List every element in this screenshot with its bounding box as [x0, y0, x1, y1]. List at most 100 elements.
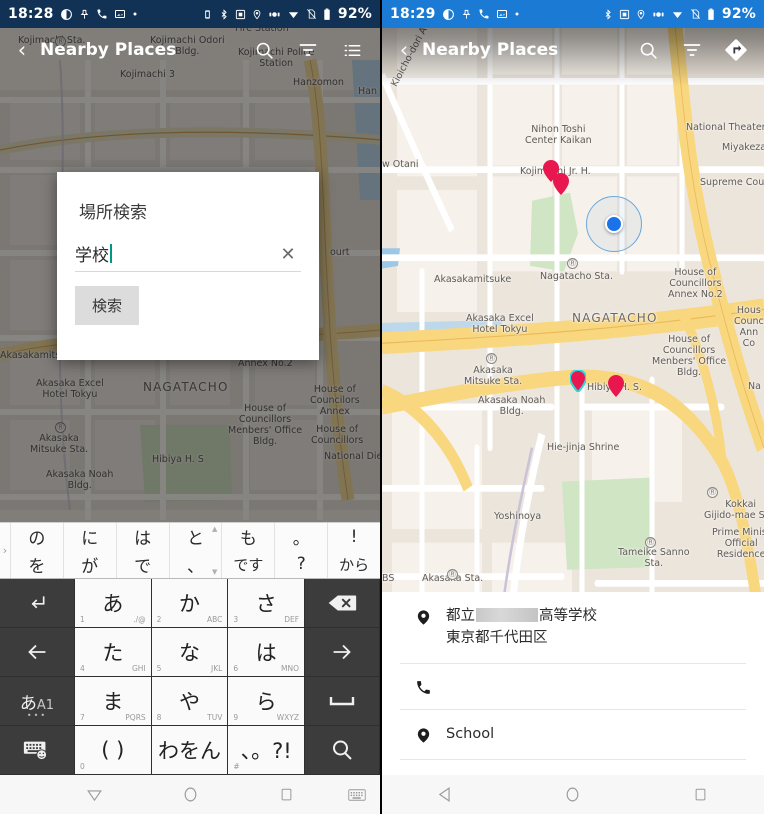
status-bar-left: 18:28 92% [0, 0, 380, 28]
suggestion-item[interactable]: で [117, 551, 169, 579]
backspace-key[interactable] [305, 579, 380, 628]
key-ha[interactable]: は 6 MNO [228, 628, 306, 677]
search-icon[interactable] [626, 28, 670, 72]
space-key[interactable] [305, 677, 380, 726]
map-pin-hibiya-selected[interactable] [570, 370, 586, 392]
system-nav-bar-right[interactable] [382, 775, 764, 814]
key-punct[interactable]: 、。?! # [228, 726, 306, 775]
dialog-title: 場所検索 [79, 203, 147, 223]
place-address-row[interactable]: 都立 高等学校 東京都千代田区 [400, 592, 746, 664]
suggestion-col[interactable]: ▲ と 、 ▼ [168, 523, 222, 578]
map-pin-kojimachi-2[interactable] [553, 173, 569, 195]
suggestion-item[interactable]: も [222, 523, 274, 551]
navigation-diamond-icon[interactable] [714, 28, 758, 72]
suggestion-item[interactable]: は [117, 523, 169, 551]
system-nav-bar-left[interactable] [0, 775, 380, 814]
key-wawon[interactable]: わをん [151, 726, 229, 775]
nav-back-button[interactable] [46, 786, 142, 803]
filter-icon[interactable] [670, 28, 714, 72]
software-keyboard[interactable]: › の を に が は で ▲ と 、 ▼ も です 。 ? ! から あ 1 … [0, 522, 380, 775]
nav-recents-button[interactable] [238, 787, 334, 802]
key-label: さ [255, 592, 277, 616]
suggestion-col[interactable]: 。 ? [274, 523, 327, 578]
station-icon: Ⓡ [645, 537, 656, 548]
chevron-down-icon[interactable]: ▼ [212, 568, 217, 576]
key-label: あ [102, 592, 124, 616]
nav-keyboard-switch-button[interactable] [334, 788, 380, 802]
key-number: # [233, 762, 240, 771]
clock-icon [60, 8, 73, 21]
cursor-left-key[interactable] [0, 628, 75, 677]
place-category-row[interactable]: School [400, 710, 746, 760]
back-button[interactable]: ‹ [6, 39, 38, 61]
suggestion-col[interactable]: ! から [327, 523, 380, 578]
suggestion-item[interactable]: から [328, 551, 380, 579]
key-ma[interactable]: ま 7 PQRS [75, 677, 152, 726]
suggestion-expand-icon[interactable]: › [0, 523, 10, 578]
key-ka[interactable]: か 2 ABC [151, 579, 229, 628]
app-bar-left: ‹ Nearby Places [0, 28, 380, 72]
phone-icon [478, 8, 490, 20]
suggestion-bar[interactable]: › の を に が は で ▲ と 、 ▼ も です 。 ? ! から [0, 522, 380, 579]
search-key[interactable] [305, 726, 380, 775]
station-icon: Ⓡ [486, 353, 497, 364]
suggestion-item[interactable]: ? [275, 551, 327, 579]
search-input[interactable]: 学校 [75, 241, 275, 266]
close-icon[interactable]: ✕ [275, 246, 301, 266]
key-alt: ./@ [133, 615, 146, 624]
image-icon [496, 8, 508, 20]
suggestion-item[interactable]: です [222, 551, 274, 579]
key-parens[interactable]: ( ) 0 [75, 726, 152, 775]
wifi-icon [671, 9, 684, 20]
key-sa[interactable]: さ 3 DEF [228, 579, 306, 628]
my-location-dot [605, 215, 623, 233]
nav-home-button[interactable] [142, 786, 238, 803]
keyboard-row: あ 1 ./@ か 2 ABC さ 3 DEF [0, 579, 380, 628]
map-pin-hibiya[interactable] [608, 375, 624, 397]
key-ya[interactable]: や 8 TUV [151, 677, 229, 726]
filter-icon[interactable] [286, 28, 330, 72]
key-na[interactable]: な 5 JKL [151, 628, 229, 677]
suggestion-item[interactable]: を [11, 551, 63, 579]
place-address-text: 都立 高等学校 東京都千代田区 [446, 606, 746, 650]
input-mode-key[interactable]: あA1 ••• [0, 677, 75, 726]
suggestion-col[interactable]: に が [62, 523, 116, 579]
cursor-right-key[interactable] [305, 628, 380, 677]
suggestion-col[interactable]: も です [221, 523, 274, 578]
key-ta[interactable]: た 4 GHI [75, 628, 152, 677]
suggestion-item[interactable]: ! [328, 523, 380, 551]
suggestion-item[interactable]: の [11, 523, 63, 551]
dot-icon [132, 11, 138, 17]
nav-back-button[interactable] [382, 786, 509, 803]
key-alt: JKL [211, 664, 223, 673]
keyboard-row: た 4 GHI な 5 JKL は 6 MNO [0, 628, 380, 677]
suggestion-col[interactable]: の を [10, 523, 63, 578]
key-number: 2 [156, 615, 162, 624]
suggestion-col[interactable]: は で [115, 523, 169, 579]
suggestion-item[interactable]: が [64, 551, 116, 579]
search-submit-button[interactable]: 検索 [75, 286, 140, 325]
chevron-up-icon[interactable]: ▲ [212, 525, 217, 533]
keyboard-grid[interactable]: あ 1 ./@ か 2 ABC さ 3 DEF た 4 GHI な 5 JKL … [0, 579, 380, 775]
key-a[interactable]: あ 1 ./@ [75, 579, 152, 628]
search-field-row[interactable]: 学校 ✕ [75, 241, 301, 272]
enter-key[interactable] [0, 579, 75, 628]
station-icon: Ⓡ [567, 258, 578, 269]
key-ra[interactable]: ら 9 WXYZ [228, 677, 306, 726]
key-label: ら [255, 690, 277, 714]
key-alt: WXYZ [276, 713, 300, 722]
nav-home-button[interactable] [509, 786, 636, 803]
back-button[interactable]: ‹ [388, 39, 420, 61]
list-icon[interactable] [330, 28, 374, 72]
search-icon[interactable] [242, 28, 286, 72]
emoji-keyboard-key[interactable] [0, 726, 75, 775]
no-sim-icon [690, 8, 701, 20]
place-category-text: School [446, 725, 495, 742]
place-pin-icon [400, 606, 446, 628]
suggestion-item[interactable]: に [64, 523, 116, 551]
nav-recents-button[interactable] [637, 787, 764, 802]
search-input-value: 学校 [75, 246, 109, 266]
suggestion-item[interactable]: 。 [275, 523, 327, 551]
place-phone-row[interactable] [400, 664, 746, 710]
location-icon [636, 8, 646, 21]
